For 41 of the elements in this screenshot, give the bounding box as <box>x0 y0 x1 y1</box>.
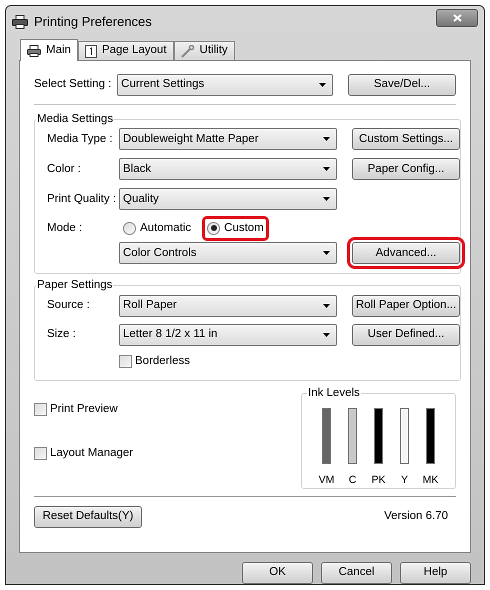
tab[interactable]: Utility <box>174 41 235 60</box>
checkbox-label: Layout Manager <box>50 446 134 461</box>
dropdown[interactable]: Letter 8 1/2 x 11 in <box>119 324 337 346</box>
field-label: Print Quality : <box>47 192 118 207</box>
dialog-button[interactable]: Paper Config... <box>352 158 460 180</box>
dialog-button[interactable]: Cancel <box>321 562 392 584</box>
dialog-button[interactable]: OK <box>242 562 313 584</box>
dialog-button[interactable]: Roll Paper Option... <box>352 294 460 316</box>
tab[interactable]: Page Layout <box>78 41 174 60</box>
field-label: Media Type : <box>47 132 114 147</box>
ink-label: VM <box>318 472 334 488</box>
radio-option[interactable]: Custom <box>205 218 266 238</box>
dropdown[interactable]: Black <box>119 158 337 180</box>
field-label: Size : <box>47 326 77 342</box>
checkbox-label: Print Preview <box>50 402 118 416</box>
field-label: Mode : <box>47 220 84 236</box>
ink-label: PK <box>371 472 386 488</box>
dropdown[interactable]: Quality <box>119 188 337 210</box>
ink-label: C <box>348 472 356 488</box>
dropdown[interactable]: Color Controls <box>119 242 337 264</box>
version-text: Version 6.70 <box>384 508 448 524</box>
group-title: Ink Levels <box>307 386 361 400</box>
dialog-button[interactable]: Reset Defaults(Y) <box>34 506 142 528</box>
tab[interactable]: Main <box>20 39 78 61</box>
dialog-button[interactable]: Save/Del... <box>348 74 456 96</box>
dropdown[interactable]: Current Settings <box>117 74 333 96</box>
window-title: Printing Preferences <box>34 13 152 32</box>
dialog-button[interactable]: Help <box>400 562 471 584</box>
ink-label: MK <box>422 472 438 488</box>
dialog-button[interactable]: User Defined... <box>352 324 460 346</box>
radio-option[interactable]: Automatic <box>121 218 194 238</box>
dialog-button[interactable]: Custom Settings... <box>352 128 460 150</box>
field-label: Color : <box>47 162 82 177</box>
group-title: Paper Settings <box>36 278 114 294</box>
ink-label: Y <box>400 472 408 488</box>
dropdown[interactable]: Doubleweight Matte Paper <box>119 128 337 150</box>
field-label: Select Setting : <box>34 77 112 92</box>
field-label: Source : <box>47 298 91 313</box>
checkbox-label: Borderless <box>135 354 190 369</box>
group-title: Media Settings <box>36 112 114 127</box>
dropdown[interactable]: Roll Paper <box>119 294 337 316</box>
